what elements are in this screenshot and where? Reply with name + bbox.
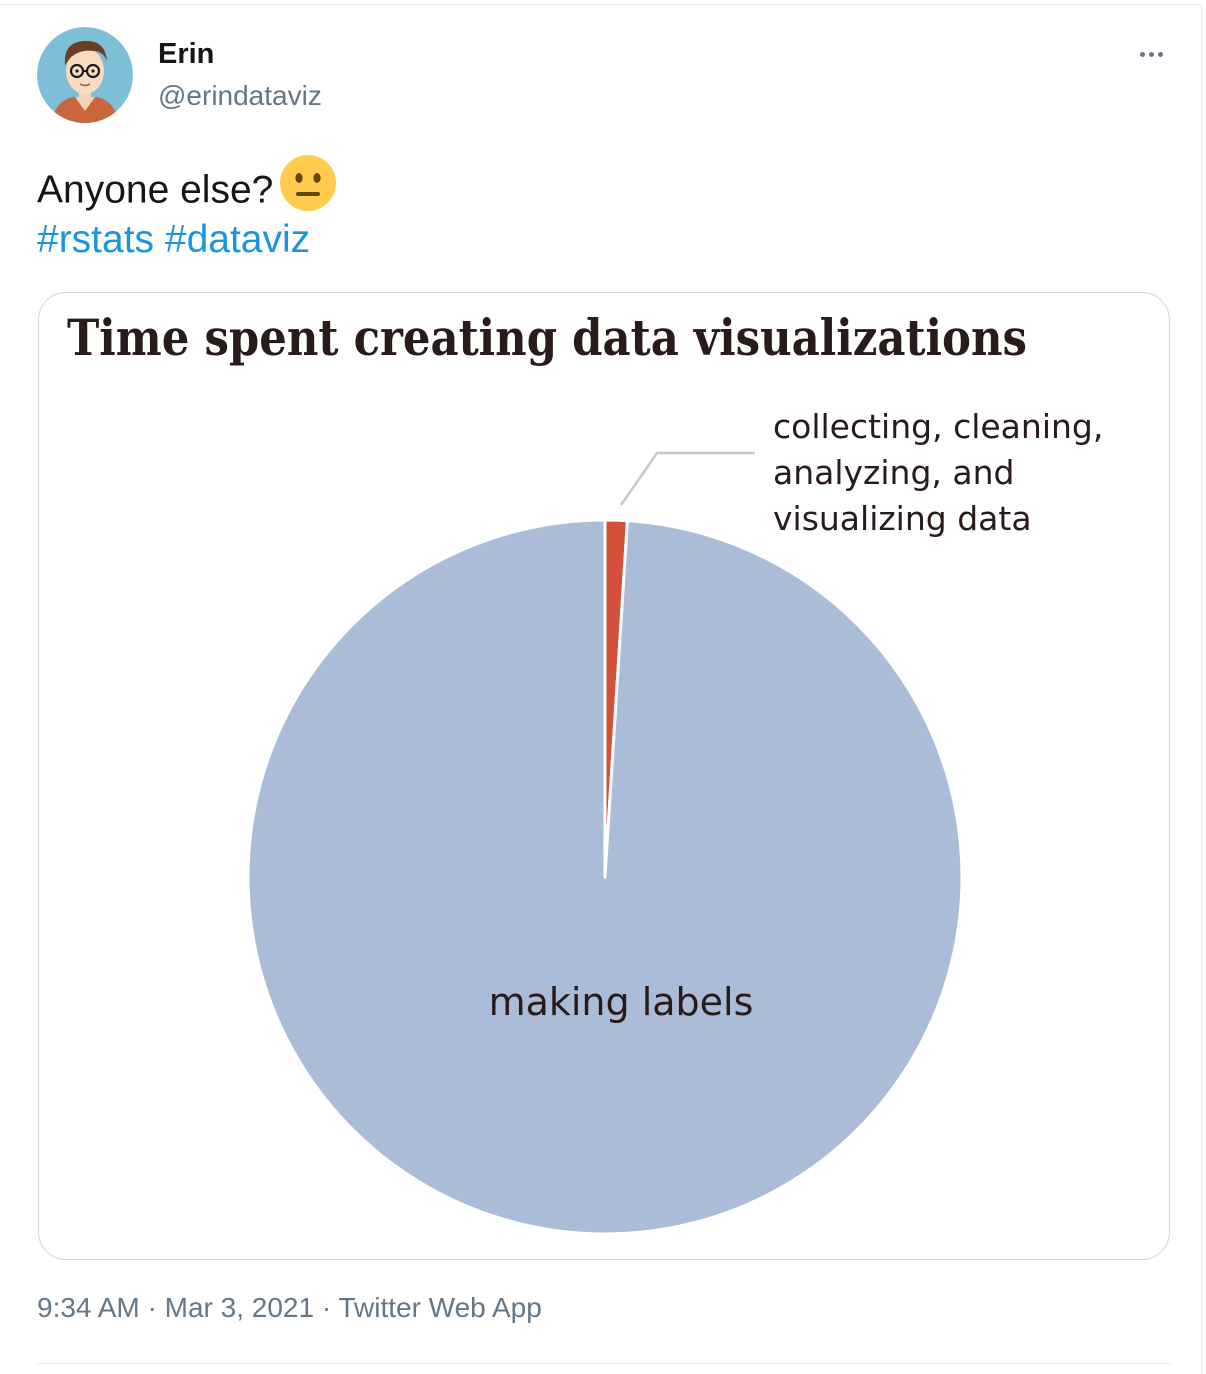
slice-label-main: making labels (489, 980, 754, 1024)
tweet-source-link[interactable]: Twitter Web App (338, 1292, 541, 1323)
hashtag-dataviz[interactable]: #dataviz (165, 218, 310, 261)
attached-image[interactable]: Time spent creating data visualizations … (38, 292, 1170, 1260)
more-dot (1139, 51, 1145, 57)
tweet-text: Anyone else? (37, 155, 337, 224)
tweet-time: 9:34 AM (37, 1292, 140, 1323)
more-dot (1148, 51, 1154, 57)
tweet-meta: 9:34 AM · Mar 3, 2021 · Twitter Web App (37, 1292, 542, 1324)
divider (37, 1363, 1171, 1364)
more-options-icon[interactable] (1128, 38, 1174, 70)
chart-title: Time spent creating data visualizations (67, 308, 1027, 367)
neutral-face-emoji-icon (279, 154, 337, 224)
slice-label-small-line: collecting, cleaning, (773, 407, 1103, 446)
slice-label-small-line: analyzing, and (773, 453, 1014, 492)
display-name[interactable]: Erin (158, 38, 214, 71)
slice-label-small-line: visualizing data (773, 499, 1032, 538)
tweet-time-link[interactable]: 9:34 AM · Mar 3, 2021 (37, 1292, 314, 1323)
avatar-image (37, 27, 133, 123)
slice-label-small: collecting, cleaning, analyzing, and vis… (773, 407, 1114, 538)
pie-slice-making-labels (246, 518, 964, 1236)
hashtags: #rstats #dataviz (37, 216, 310, 264)
hashtag-rstats[interactable]: #rstats (37, 218, 154, 261)
meta-separator: · (147, 1292, 157, 1323)
more-dot (1157, 51, 1163, 57)
tweet-text-content: Anyone else? (37, 168, 274, 212)
handle[interactable]: @erindataviz (158, 80, 322, 112)
avatar[interactable] (37, 27, 133, 123)
leader-line (619, 451, 755, 506)
pie-chart: Time spent creating data visualizations … (67, 308, 1114, 1236)
meta-separator: · (321, 1292, 332, 1323)
tweet-date: Mar 3, 2021 (164, 1292, 315, 1323)
